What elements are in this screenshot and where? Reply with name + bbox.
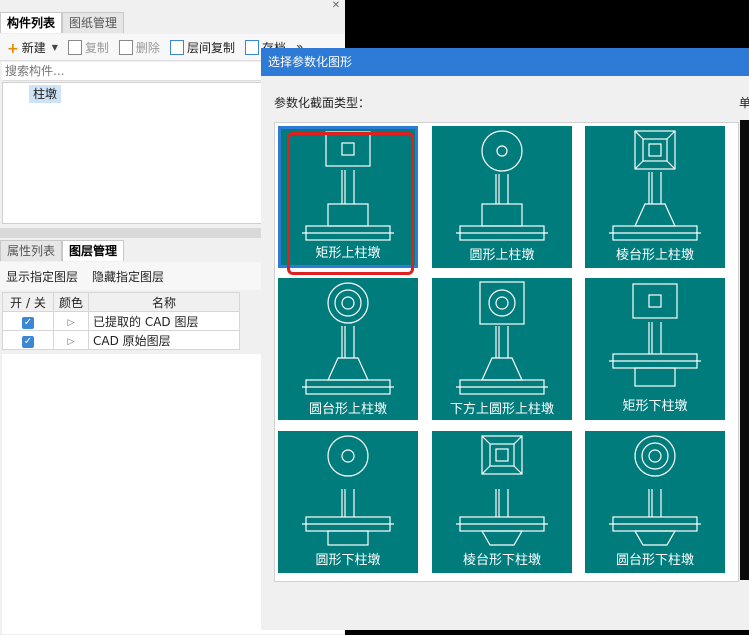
floor-copy-button[interactable]: 层间复制 xyxy=(167,36,238,58)
column-header-color[interactable]: 颜色 xyxy=(53,292,89,312)
option-label: 圆台形上柱墩 xyxy=(308,402,387,417)
delete-button[interactable]: 删除 xyxy=(116,36,163,58)
copy-button[interactable]: 复制 xyxy=(65,36,112,58)
toggle-cell: ✓ xyxy=(2,330,54,350)
table-row: ✓ ▷ CAD 原始图层 xyxy=(2,330,240,350)
checkbox[interactable]: ✓ xyxy=(22,335,34,348)
expand-arrow-icon[interactable]: ▷ xyxy=(68,318,75,328)
top-tabs: 构件列表 图纸管理 xyxy=(0,12,125,33)
tab-drawing-management[interactable]: 图纸管理 xyxy=(62,12,125,33)
dropdown-arrow-icon[interactable]: ▼ xyxy=(52,43,58,52)
tab-layer-management[interactable]: 图层管理 xyxy=(62,240,125,261)
right-label: 单 xyxy=(739,96,749,110)
floor-copy-icon xyxy=(169,39,184,55)
option-label: 圆形下柱墩 xyxy=(315,553,381,568)
dialog-title-bar[interactable]: 选择参数化图形 xyxy=(261,48,749,76)
copy-icon xyxy=(67,39,82,55)
color-cell: ▷ xyxy=(53,330,89,350)
table-header: 开 / 关 颜色 名称 xyxy=(2,292,240,312)
tab-property-list[interactable]: 属性列表 xyxy=(0,240,63,261)
shape-option-cone-upper[interactable]: 圆台形上柱墩 xyxy=(278,278,418,420)
floor-copy-label: 层间复制 xyxy=(186,40,235,55)
dialog-right-edge xyxy=(740,120,749,580)
shape-option-frustum-lower[interactable]: 棱台形下柱墩 xyxy=(432,431,572,573)
copy-label: 复制 xyxy=(84,40,109,55)
tree-item-pier[interactable]: 柱墩 xyxy=(29,85,62,103)
delete-label: 删除 xyxy=(135,40,160,55)
shape-option-cone-lower[interactable]: 圆台形下柱墩 xyxy=(585,431,725,573)
delete-icon xyxy=(118,39,133,55)
bottom-tabs: 属性列表 图层管理 xyxy=(0,240,125,261)
close-icon[interactable]: ✕ xyxy=(330,0,342,12)
show-layer-button[interactable]: 显示指定图层 xyxy=(6,268,78,285)
shape-option-square-bottom-circle-top[interactable]: 下方上圆形上柱墩 xyxy=(432,278,572,420)
expand-arrow-icon[interactable]: ▷ xyxy=(68,337,75,347)
table-row: ✓ ▷ 已提取的 CAD 图层 xyxy=(2,311,240,331)
option-label: 矩形下柱墩 xyxy=(622,399,688,414)
option-label: 圆形上柱墩 xyxy=(469,248,535,263)
color-cell: ▷ xyxy=(53,311,89,331)
option-label: 棱台形上柱墩 xyxy=(615,248,694,263)
new-button[interactable]: + 新建 ▼ xyxy=(4,36,61,58)
section-type-label: 参数化截面类型： xyxy=(274,96,371,110)
layer-name: CAD 原始图层 xyxy=(88,330,240,350)
hide-layer-button[interactable]: 隐藏指定图层 xyxy=(92,268,164,285)
archive-icon xyxy=(244,39,259,55)
shape-option-frustum-upper[interactable]: 棱台形上柱墩 xyxy=(585,126,725,268)
shape-option-circle-upper[interactable]: 圆形上柱墩 xyxy=(432,126,572,268)
dialog-title: 选择参数化图形 xyxy=(268,55,353,69)
highlight-annotation xyxy=(287,132,414,275)
plus-icon: + xyxy=(7,40,19,57)
layer-name: 已提取的 CAD 图层 xyxy=(88,311,240,331)
option-label: 下方上圆形上柱墩 xyxy=(449,402,554,417)
new-label: 新建 xyxy=(21,40,46,55)
option-label: 圆台形下柱墩 xyxy=(615,553,694,568)
shape-option-circle-lower[interactable]: 圆形下柱墩 xyxy=(278,431,418,573)
checkbox[interactable]: ✓ xyxy=(22,316,34,329)
layer-table: 开 / 关 颜色 名称 ✓ ▷ 已提取的 CAD 图层 ✓ ▷ CAD 原始图层 xyxy=(2,292,240,350)
toggle-cell: ✓ xyxy=(2,311,54,331)
shape-option-rect-lower[interactable]: 矩形下柱墩 xyxy=(585,278,725,420)
tab-component-list[interactable]: 构件列表 xyxy=(0,12,63,33)
option-label: 棱台形下柱墩 xyxy=(462,553,541,568)
select-parametric-shape-dialog: 选择参数化图形 参数化截面类型： 单 矩形上柱墩 圆形上柱墩 棱台形上柱墩 圆台… xyxy=(261,48,749,630)
column-header-toggle[interactable]: 开 / 关 xyxy=(2,292,54,312)
column-header-name[interactable]: 名称 xyxy=(88,292,240,312)
